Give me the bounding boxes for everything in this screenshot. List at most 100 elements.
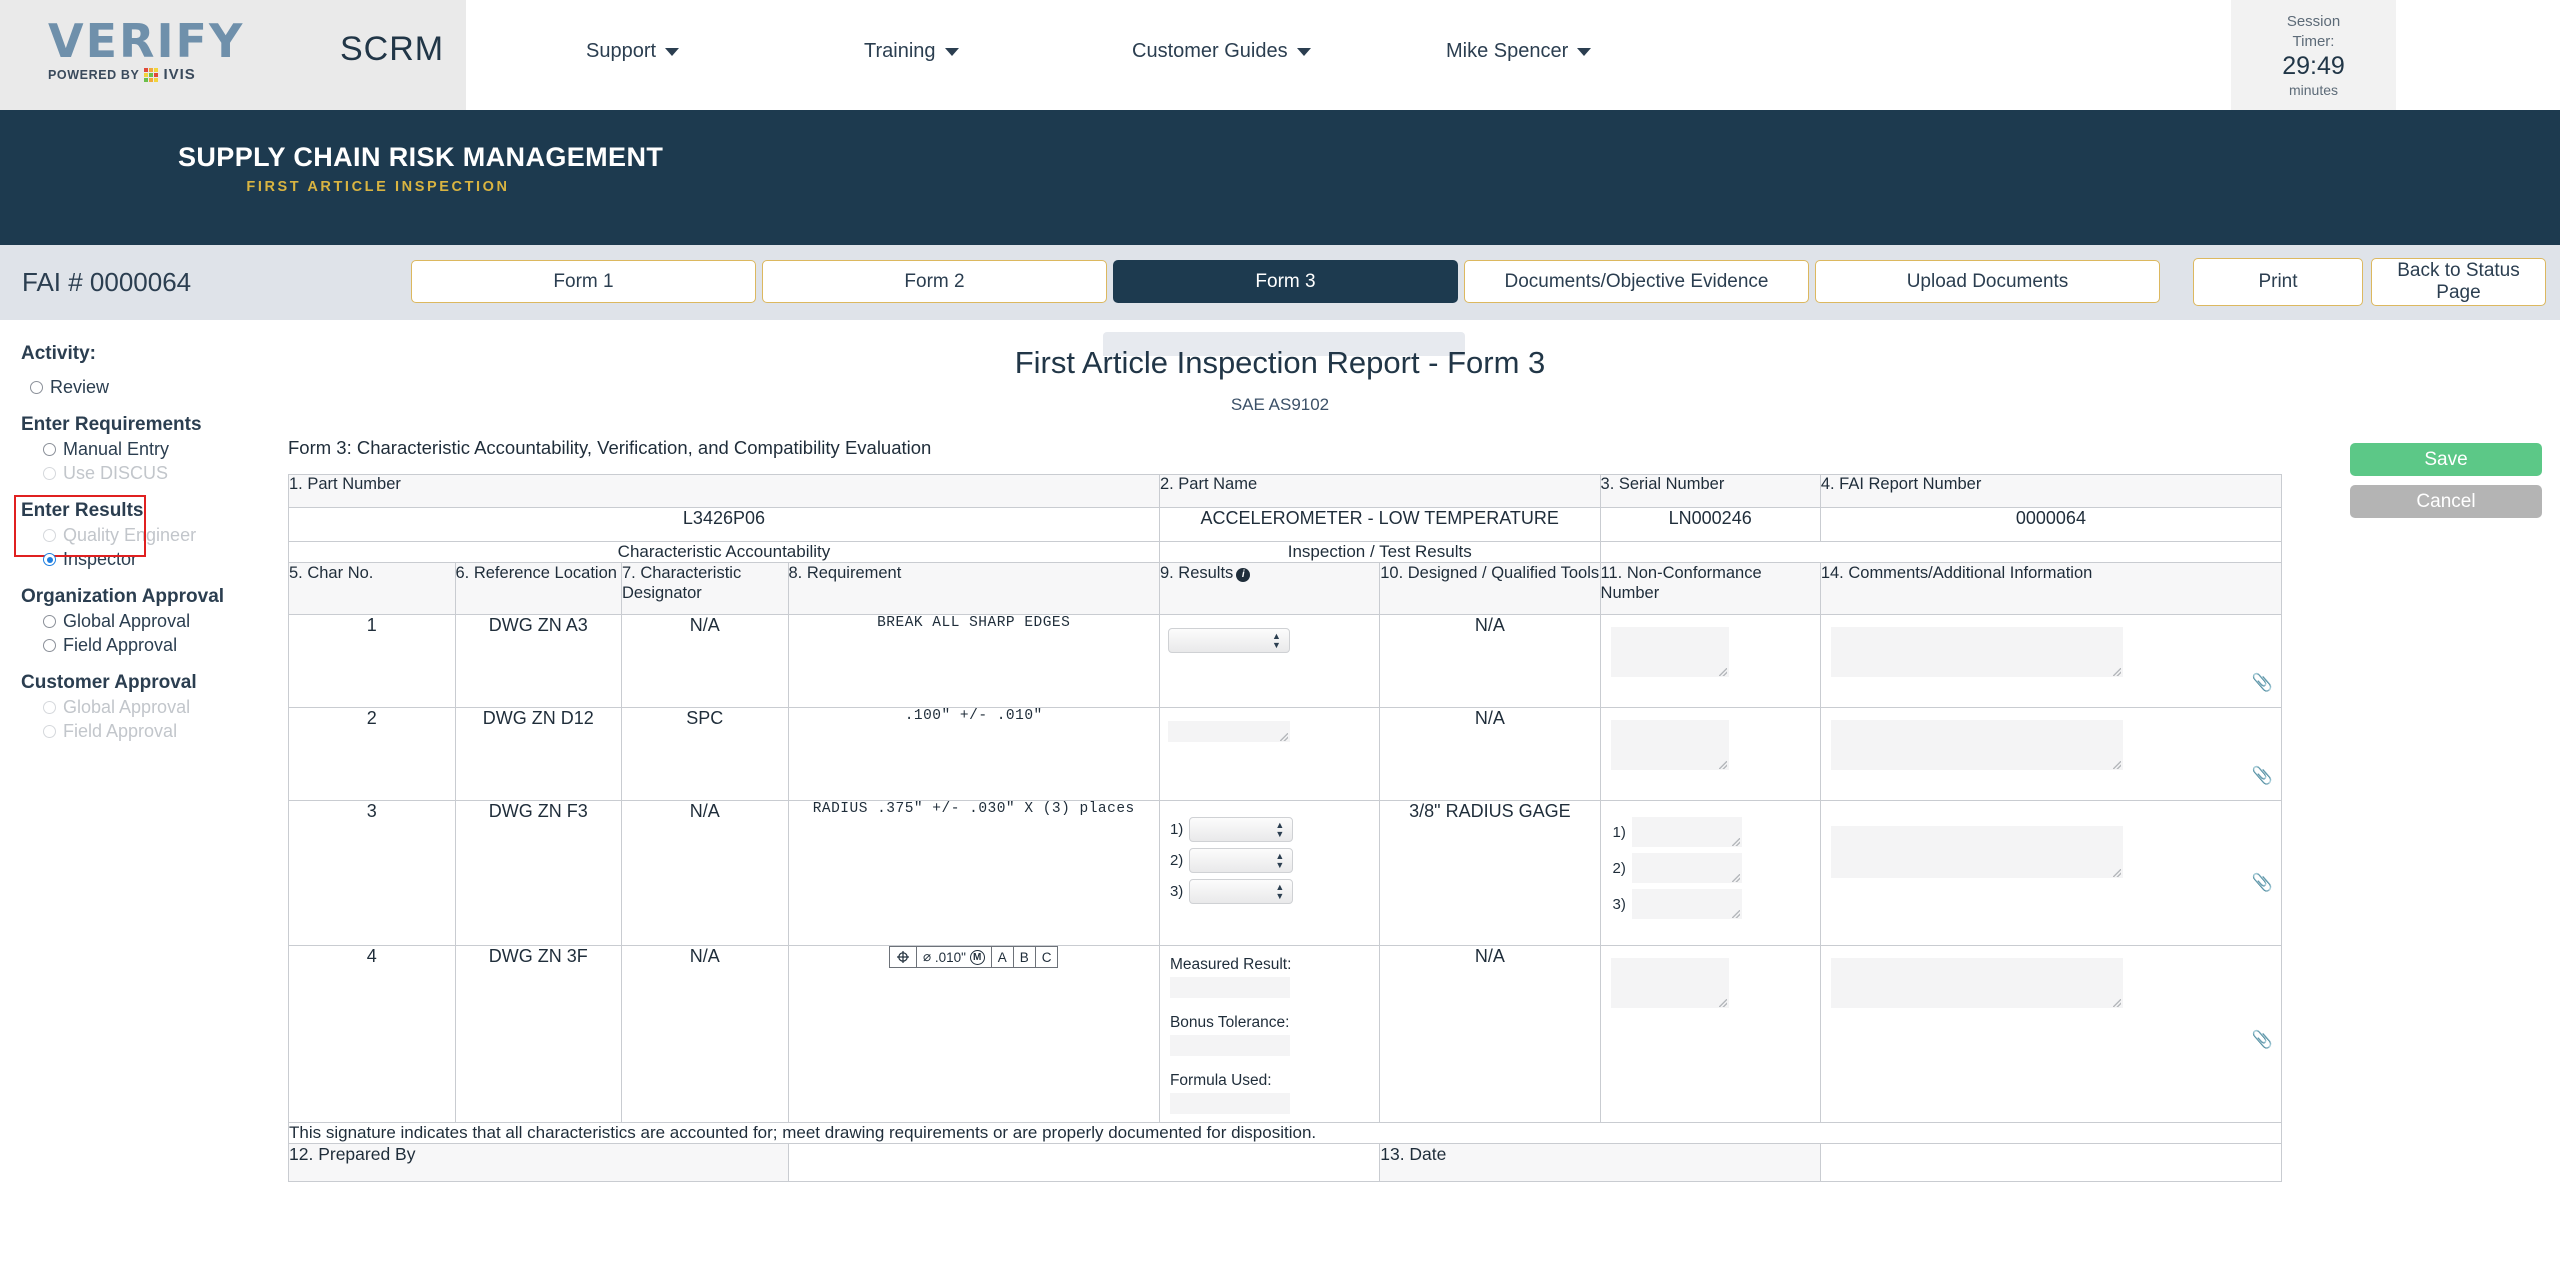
comments-textarea[interactable]: [1830, 720, 2123, 770]
activity-sidebar: Activity: Review Enter Requirements Manu…: [0, 320, 285, 1262]
tab-form-3[interactable]: Form 3: [1113, 260, 1458, 303]
cell-results: ▲ ▼: [1158, 614, 1381, 708]
column-designed-qualified-tools: 10. Designed / Qualified Tools: [1379, 562, 1601, 615]
non-conformance-textarea[interactable]: [1610, 958, 1729, 1008]
cell-non-conformance: [1599, 945, 1821, 1123]
formula-used-label: Formula Used:: [1169, 1072, 1272, 1089]
results-row-3: 3) ▲ ▼: [1166, 879, 1373, 904]
column-reference-location: 6. Reference Location: [454, 562, 622, 615]
column-characteristic-designator: 7. Characteristic Designator: [621, 562, 789, 615]
print-button[interactable]: Print: [2193, 258, 2363, 306]
radio-label-org-field-approval: Field Approval: [63, 635, 178, 655]
attachment-paperclip-icon[interactable]: 📎: [2252, 766, 2273, 786]
radio-icon-selected: [43, 553, 56, 566]
nc-index-2: 2): [1612, 859, 1626, 877]
ivis-grid-icon: [144, 67, 159, 82]
radio-icon: [30, 381, 43, 394]
date-value[interactable]: [1819, 1143, 2283, 1182]
chevron-down-icon: [1577, 47, 1592, 56]
results-select-1[interactable]: ▲ ▼: [1189, 817, 1294, 842]
header-serial-number: 3. Serial Number: [1599, 474, 1821, 508]
cell-reference-location: DWG ZN D12: [454, 707, 622, 801]
stepper-arrows-icon: ▲ ▼: [1272, 631, 1281, 650]
tab-documents-objective-evidence[interactable]: Documents/Objective Evidence: [1464, 260, 1809, 303]
results-select-2[interactable]: ▲ ▼: [1189, 848, 1294, 873]
save-button[interactable]: Save: [2350, 443, 2542, 476]
brand-block: SUPPLY CHAIN RISK MANAGEMENT FIRST ARTIC…: [178, 142, 663, 195]
verify-logo[interactable]: VERIFY POWERED BY IVIS: [48, 18, 288, 90]
nc-index-3: 3): [1612, 895, 1626, 913]
radio-icon: [43, 615, 56, 628]
topnav-item-training[interactable]: Training: [864, 40, 959, 63]
table-row: 2 DWG ZN D12 SPC .100" +/- .010" N/A 📎: [288, 707, 2283, 801]
attachment-paperclip-icon[interactable]: 📎: [2252, 673, 2273, 693]
stepper-arrows-icon: ▲ ▼: [1275, 820, 1285, 839]
radio-label-cust-field-approval: Field Approval: [63, 721, 178, 741]
comments-textarea[interactable]: [1830, 627, 2123, 677]
back-to-status-page-button[interactable]: Back to Status Page: [2371, 258, 2546, 306]
topnav-item-customer-guides[interactable]: Customer Guides: [1132, 40, 1311, 63]
logo-ivis-text: IVIS: [163, 66, 196, 83]
radio-label-org-global-approval: Global Approval: [63, 611, 191, 631]
results-select-3[interactable]: ▲ ▼: [1189, 879, 1294, 904]
topnav-item-user-menu[interactable]: Mike Spencer: [1446, 40, 1592, 63]
attachment-paperclip-icon[interactable]: 📎: [2252, 873, 2273, 893]
top-bar: VERIFY POWERED BY IVIS SCRM Support Trai…: [0, 0, 2560, 110]
table-row: 4 DWG ZN 3F N/A ⌀ .010" M A B C Measured…: [288, 945, 2283, 1123]
measured-result-input[interactable]: [1169, 977, 1290, 998]
radio-manual-entry[interactable]: Manual Entry: [21, 439, 285, 460]
radio-org-field-approval[interactable]: Field Approval: [21, 635, 285, 656]
info-icon[interactable]: i: [1236, 568, 1251, 582]
value-fai-report-number: 0000064: [1819, 507, 2283, 542]
radio-icon: [43, 467, 56, 480]
column-results-label: 9. Results: [1159, 564, 1234, 582]
cancel-button[interactable]: Cancel: [2350, 485, 2542, 518]
cell-reference-location: DWG ZN 3F: [454, 945, 622, 1123]
value-part-name: ACCELEROMETER - LOW TEMPERATURE: [1158, 507, 1601, 542]
results-row-2: 2) ▲ ▼: [1166, 848, 1373, 873]
gdt-tolerance-value: .010": [934, 949, 966, 965]
comments-textarea[interactable]: [1830, 826, 2123, 878]
table-group-header-row: Characteristic Accountability Inspection…: [288, 541, 2283, 563]
topnav-item-support[interactable]: Support: [586, 40, 680, 63]
non-conformance-textarea[interactable]: [1610, 720, 1729, 770]
bonus-tolerance-input[interactable]: [1169, 1035, 1290, 1056]
gdt-feature-control-frame: ⌀ .010" M A B C: [888, 946, 1059, 968]
logo-wordmark: VERIFY: [48, 14, 245, 68]
group-title-customer-approval: Customer Approval: [21, 672, 197, 693]
radio-org-global-approval[interactable]: Global Approval: [21, 611, 285, 632]
prepared-by-value[interactable]: [787, 1143, 1381, 1182]
radio-icon: [43, 725, 56, 738]
tab-upload-documents[interactable]: Upload Documents: [1815, 260, 2160, 303]
radio-label-manual-entry: Manual Entry: [63, 439, 170, 459]
signature-note: This signature indicates that all charac…: [288, 1122, 2282, 1144]
attachment-paperclip-icon[interactable]: 📎: [2252, 1030, 2273, 1050]
session-timer: Session Timer: 29:49 minutes: [2231, 0, 2396, 110]
column-comments: 14. Comments/Additional Information: [1819, 562, 2283, 615]
results-text-input[interactable]: [1167, 721, 1290, 742]
non-conformance-textarea-3[interactable]: [1631, 889, 1742, 919]
comments-textarea[interactable]: [1830, 958, 2123, 1008]
formula-used-input[interactable]: [1169, 1093, 1290, 1114]
column-requirement: 8. Requirement: [787, 562, 1160, 615]
non-conformance-textarea-2[interactable]: [1631, 853, 1742, 883]
results-select[interactable]: ▲ ▼: [1167, 628, 1290, 653]
value-part-number: L3426P06: [288, 507, 1160, 542]
cell-tools: 3/8" RADIUS GAGE: [1379, 800, 1601, 946]
table-column-header-row: 5. Char No. 6. Reference Location 7. Cha…: [288, 562, 2283, 615]
topnav-label-support: Support: [586, 40, 657, 62]
table-row: 1 DWG ZN A3 N/A BREAK ALL SHARP EDGES ▲ ▼…: [288, 614, 2283, 708]
session-timer-label-2: Timer:: [2292, 33, 2335, 50]
tab-form-1[interactable]: Form 1: [411, 260, 756, 303]
cell-non-conformance: [1599, 707, 1821, 801]
column-non-conformance-number: 11. Non-Conformance Number: [1599, 562, 1821, 615]
fai-number: FAI # 0000064: [22, 267, 192, 297]
group-inspection-test-results: Inspection / Test Results: [1158, 541, 1601, 563]
cell-comments: 📎: [1819, 707, 2283, 801]
tab-form-2[interactable]: Form 2: [762, 260, 1107, 303]
action-buttons: Save Cancel: [2350, 443, 2542, 518]
radio-cust-global-approval: Global Approval: [21, 697, 285, 718]
non-conformance-textarea[interactable]: [1610, 627, 1729, 677]
non-conformance-textarea-1[interactable]: [1631, 817, 1742, 847]
topnav-label-training: Training: [864, 40, 936, 62]
